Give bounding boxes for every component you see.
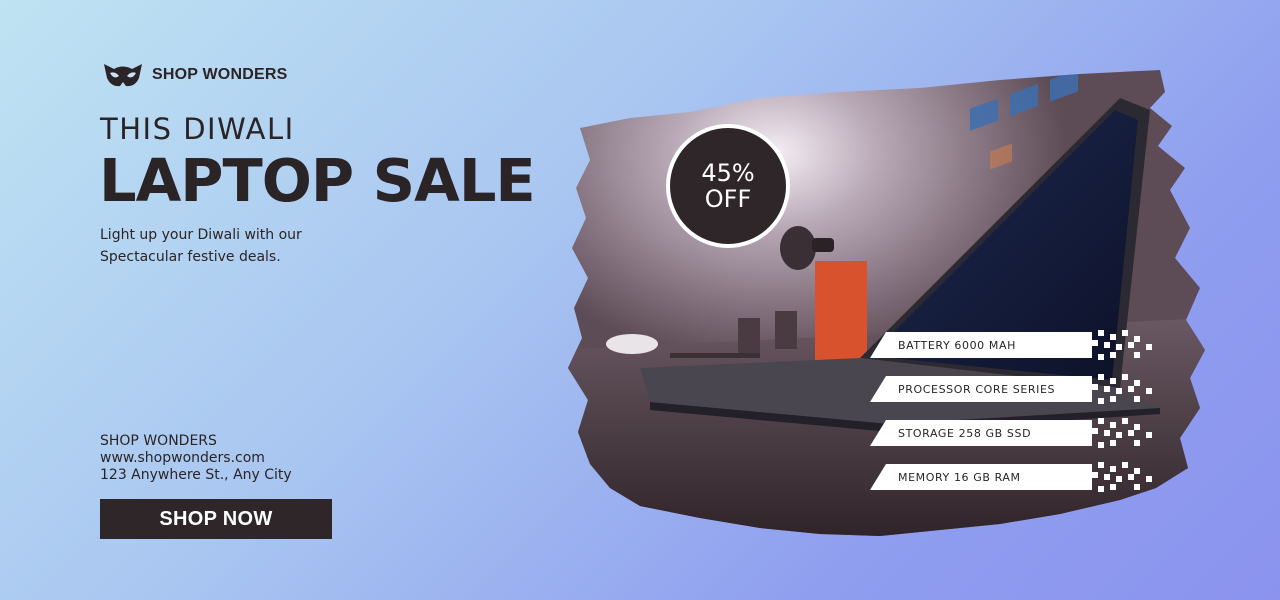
headline-title: LAPTOP SALE xyxy=(99,146,536,215)
brand-name: SHOP WONDERS xyxy=(152,66,288,83)
pixel-pattern-decoration xyxy=(1086,462,1152,492)
brand-logo: SHOP WONDERS xyxy=(102,60,287,90)
discount-badge: 45% OFF xyxy=(666,124,790,248)
spec-battery: BATTERY 6000 MAH xyxy=(870,332,1092,358)
spec-processor: PROCESSOR CORE SERIES xyxy=(870,376,1092,402)
shop-now-button[interactable]: SHOP NOW xyxy=(100,499,332,539)
contact-website[interactable]: www.shopwonders.com xyxy=(100,450,292,467)
spec-storage: STORAGE 258 GB SSD xyxy=(870,420,1092,446)
headline-eyebrow: THIS DIWALI xyxy=(100,112,295,146)
tagline: Light up your Diwali with our Spectacula… xyxy=(100,224,380,268)
tagline-line-2: Spectacular festive deals. xyxy=(100,249,281,265)
contact-company: SHOP WONDERS xyxy=(100,433,217,449)
contact-info: SHOP WONDERS www.shopwonders.com 123 Any… xyxy=(100,433,292,484)
discount-label: OFF xyxy=(704,185,752,213)
owl-mask-icon xyxy=(104,64,142,87)
discount-percent: 45% xyxy=(701,159,755,187)
contact-address: 123 Anywhere St., Any City xyxy=(100,467,292,483)
spec-memory: MEMORY 16 GB RAM xyxy=(870,464,1092,490)
pixel-pattern-decoration xyxy=(1086,330,1152,360)
pixel-pattern-decoration xyxy=(1086,374,1152,404)
pixel-pattern-decoration xyxy=(1086,418,1152,448)
tagline-line-1: Light up your Diwali with our xyxy=(100,227,302,243)
